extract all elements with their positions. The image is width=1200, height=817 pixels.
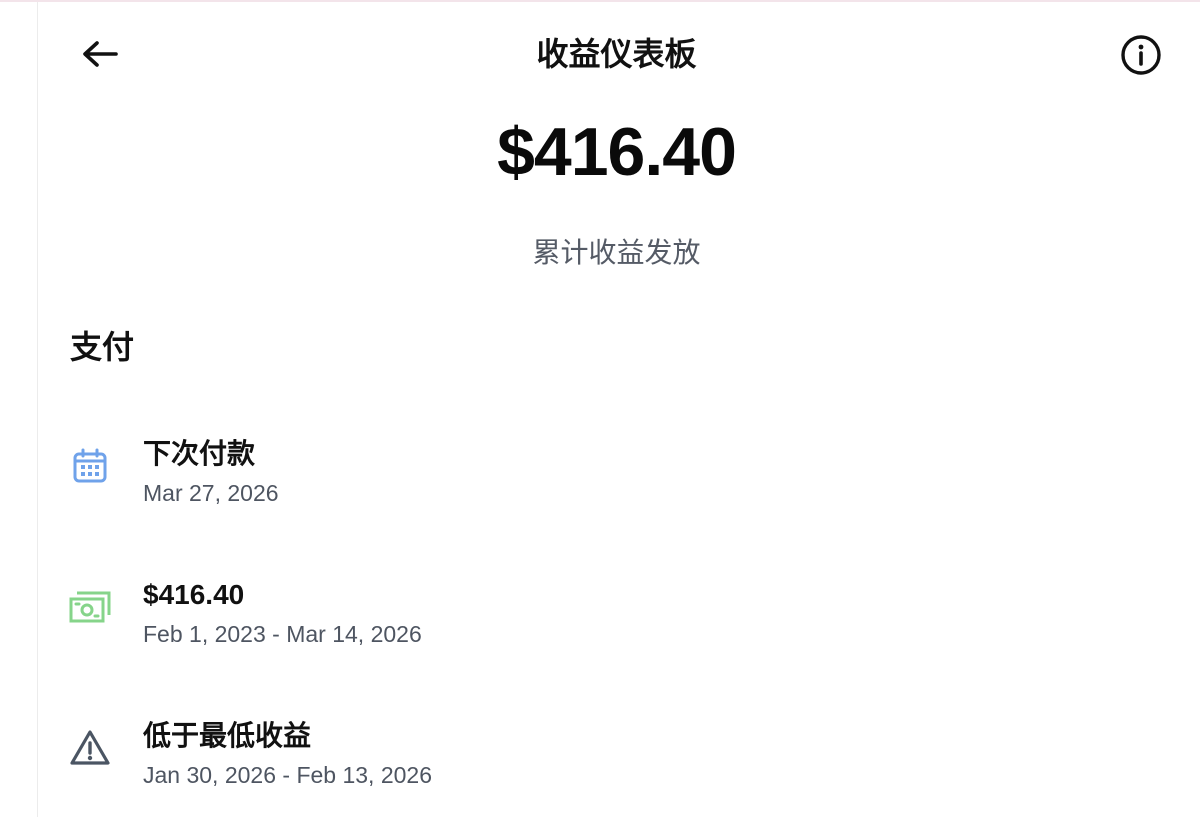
payment-amount-row[interactable]: $416.40 Feb 1, 2023 - Mar 14, 2026 — [60, 575, 1160, 655]
warning-triangle-icon — [68, 726, 112, 770]
below-minimum-row[interactable]: 低于最低收益 Jan 30, 2026 - Feb 13, 2026 — [60, 716, 1160, 796]
info-button[interactable] — [1118, 32, 1164, 78]
earnings-dashboard-page: 收益仪表板 $416.40 累计收益发放 支付 下次付款 Mar 27, 202… — [0, 0, 1200, 817]
row-subtitle: Mar 27, 2026 — [143, 480, 279, 506]
next-payment-row[interactable]: 下次付款 Mar 27, 2026 — [60, 434, 1160, 514]
payments-section-heading: 支付 — [70, 329, 135, 365]
total-earnings-caption: 累计收益发放 — [532, 237, 701, 268]
row-subtitle: Feb 1, 2023 - Mar 14, 2026 — [143, 621, 422, 647]
total-earnings-amount: $416.40 — [497, 114, 737, 190]
row-title: $416.40 — [143, 579, 245, 610]
page-title: 收益仪表板 — [536, 36, 697, 72]
row-subtitle: Jan 30, 2026 - Feb 13, 2026 — [143, 762, 432, 788]
calendar-icon — [68, 444, 112, 488]
cash-icon — [68, 585, 112, 629]
row-title: 低于最低收益 — [143, 720, 312, 751]
info-circle-icon — [1121, 35, 1161, 75]
row-title: 下次付款 — [143, 438, 256, 469]
